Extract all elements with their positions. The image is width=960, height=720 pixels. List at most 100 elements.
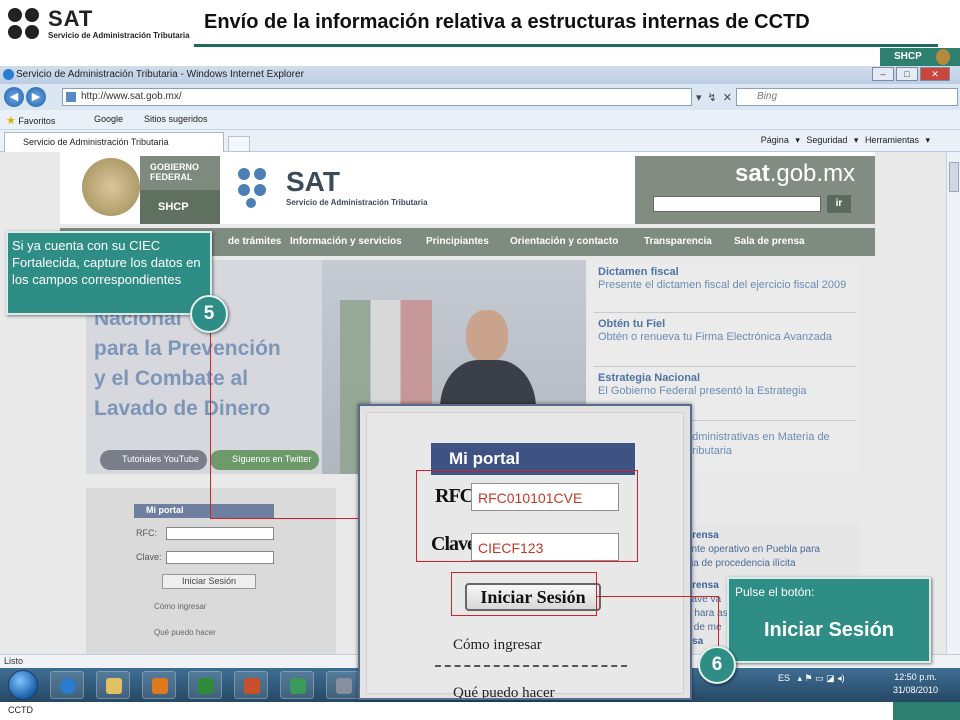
nav-informacion[interactable]: Información y servicios	[290, 236, 402, 247]
footer-band	[893, 702, 960, 720]
search-input[interactable]: Bing	[736, 88, 958, 106]
slide-title: Envío de la información relativa a estru…	[204, 11, 810, 33]
header-rule	[194, 44, 938, 47]
promo-dictamen[interactable]: Dictamen fiscal Presente el dictamen fis…	[598, 266, 848, 292]
youtube-button[interactable]: Tutoriales YouTube	[100, 450, 207, 470]
forward-icon[interactable]: ▶	[26, 87, 46, 107]
news-line[interactable]: cia de procedencia ilícita	[686, 558, 796, 569]
nav-tramites[interactable]: de trámites	[228, 236, 281, 247]
button-highlight	[451, 572, 597, 616]
menu-page[interactable]: Página	[761, 135, 789, 145]
step-number-badge: 5	[190, 295, 228, 333]
favorites-bar: ★ Favoritos Google Sitios sugeridos	[0, 110, 960, 130]
window-controls: – □ ✕	[872, 67, 950, 81]
system-tray[interactable]: ES ▴ ⚑ ▭ ◪ ◂)	[778, 673, 845, 684]
link-que-puedo-hacer[interactable]: Qué puedo hacer	[453, 685, 555, 698]
nav-principiantes[interactable]: Principiantes	[426, 236, 489, 247]
page-scrollbar[interactable]	[946, 152, 960, 654]
tab-sat[interactable]: Servicio de Administración Tributaria	[4, 132, 224, 152]
site-search-input[interactable]	[653, 196, 821, 212]
step-number-badge: 6	[698, 646, 736, 684]
portal-small-login-button[interactable]: Iniciar Sesión	[162, 574, 256, 589]
footer-label: CCTD	[8, 705, 33, 715]
taskbar-explorer[interactable]	[96, 671, 130, 699]
connector-line	[718, 596, 719, 646]
fields-highlight	[416, 470, 638, 562]
shcp-badge-label: SHCP	[894, 51, 922, 62]
favorites-button[interactable]: ★ Favoritos	[6, 114, 55, 127]
button-callout-text: Pulse el botón:	[735, 585, 815, 599]
scrollbar-thumb[interactable]	[949, 162, 959, 192]
page-icon	[66, 92, 76, 102]
portal-small-link-ingresar[interactable]: Cómo ingresar	[154, 602, 206, 611]
site-logo-word: SAT	[286, 166, 340, 197]
gobierno-federal-block: GOBIERNO FEDERAL SHCP	[140, 156, 220, 224]
eagle-icon	[936, 49, 950, 65]
twitter-button[interactable]: Síguenos en Twitter	[210, 450, 320, 470]
tab-strip: Servicio de Administración Tributaria Pá…	[0, 130, 960, 152]
back-icon[interactable]: ◀	[4, 87, 24, 107]
taskbar-ie[interactable]	[50, 671, 84, 699]
taskbar-powerpoint[interactable]	[234, 671, 268, 699]
portal-small-rfc-label: RFC:	[136, 528, 157, 538]
site-search-button[interactable]: ir	[827, 195, 851, 213]
sat-dots-icon	[8, 8, 42, 42]
start-button[interactable]	[8, 670, 38, 700]
sat-logo-word: SAT	[48, 6, 94, 31]
shcp-badge: SHCP	[880, 48, 960, 66]
gov-banner: GOBIERNO FEDERAL SHCP SAT Servicio de Adm…	[60, 152, 875, 224]
favorite-suggested-sites[interactable]: Sitios sugeridos	[144, 114, 208, 124]
portal-small-clave-input[interactable]	[166, 551, 274, 564]
menu-security[interactable]: Seguridad	[806, 135, 847, 145]
taskbar-app[interactable]	[326, 671, 360, 699]
portal-small-rfc-input[interactable]	[166, 527, 274, 540]
nav-sala-prensa[interactable]: Sala de prensa	[734, 236, 805, 247]
button-callout: Pulse el botón: Iniciar Sesión	[727, 577, 931, 663]
coat-of-arms-icon	[82, 158, 140, 216]
connector-line	[210, 313, 211, 519]
shcp-label: SHCP	[158, 201, 189, 213]
new-tab-button[interactable]	[228, 136, 250, 152]
address-bar: ◀ ▶ http://www.sat.gob.mx/ ▾↯✕ Bing	[0, 84, 960, 110]
favorite-google[interactable]: Google	[94, 114, 123, 124]
url-input[interactable]: http://www.sat.gob.mx/	[62, 88, 692, 106]
minimize-icon[interactable]: –	[872, 67, 894, 81]
dashed-divider	[435, 665, 627, 667]
portal-header-label: Mi portal	[449, 449, 520, 468]
clock-time: 12:50 p.m.	[894, 672, 937, 682]
site-sat-logo[interactable]: SAT Servicio de Administración Tributari…	[236, 166, 476, 210]
window-title: Servicio de Administración Tributaria - …	[16, 69, 304, 80]
promo-fiel[interactable]: Obtén tu Fiel Obtén o renueva tu Firma E…	[598, 318, 848, 344]
address-tools[interactable]: ▾↯✕	[696, 91, 738, 104]
nav-orientacion[interactable]: Orientación y contacto	[510, 236, 618, 247]
news-line[interactable]: ante operativo en Puebla para	[686, 544, 820, 555]
site-domain: sat.gob.mx	[735, 160, 856, 187]
taskbar-excel[interactable]	[188, 671, 222, 699]
portal-login-small: Mi portal RFC: Clave: Iniciar Sesión Cóm…	[86, 488, 336, 654]
connector-line	[597, 596, 719, 597]
search-placeholder: Bing	[757, 91, 778, 102]
star-icon: ★	[6, 115, 16, 127]
taskbar-app[interactable]	[280, 671, 314, 699]
sat-logo-subtitle: Servicio de Administración Tributaria	[48, 31, 190, 40]
site-search-panel: sat.gob.mx ir	[635, 156, 875, 224]
tab-title: Servicio de Administración Tributaria	[23, 137, 169, 147]
portal-small-link-hacer[interactable]: Qué puedo hacer	[154, 628, 216, 637]
sat-logo: SAT Servicio de Administración Tributari…	[8, 6, 190, 42]
slide-header: SAT Servicio de Administración Tributari…	[0, 0, 960, 47]
promo-estrategia[interactable]: Estrategia Nacional El Gobierno Federal …	[598, 372, 848, 398]
portal-small-clave-label: Clave:	[136, 552, 162, 562]
menu-tools[interactable]: Herramientas	[865, 135, 919, 145]
promo-administrativas[interactable]: administrativas en Materia de Tributaria	[686, 430, 936, 458]
language-indicator[interactable]: ES	[778, 673, 790, 683]
maximize-icon[interactable]: □	[896, 67, 918, 81]
url-text: http://www.sat.gob.mx/	[81, 91, 182, 102]
link-como-ingresar[interactable]: Cómo ingresar	[453, 637, 542, 654]
clock-date: 31/08/2010	[893, 685, 939, 695]
clock[interactable]: 12:50 p.m. 31/08/2010	[893, 671, 938, 697]
slide-footer: CCTD	[0, 702, 960, 720]
taskbar-media[interactable]	[142, 671, 176, 699]
nav-transparencia[interactable]: Transparencia	[644, 236, 712, 247]
close-icon[interactable]: ✕	[920, 67, 950, 81]
browser-title-bar: Servicio de Administración Tributaria - …	[0, 66, 960, 84]
